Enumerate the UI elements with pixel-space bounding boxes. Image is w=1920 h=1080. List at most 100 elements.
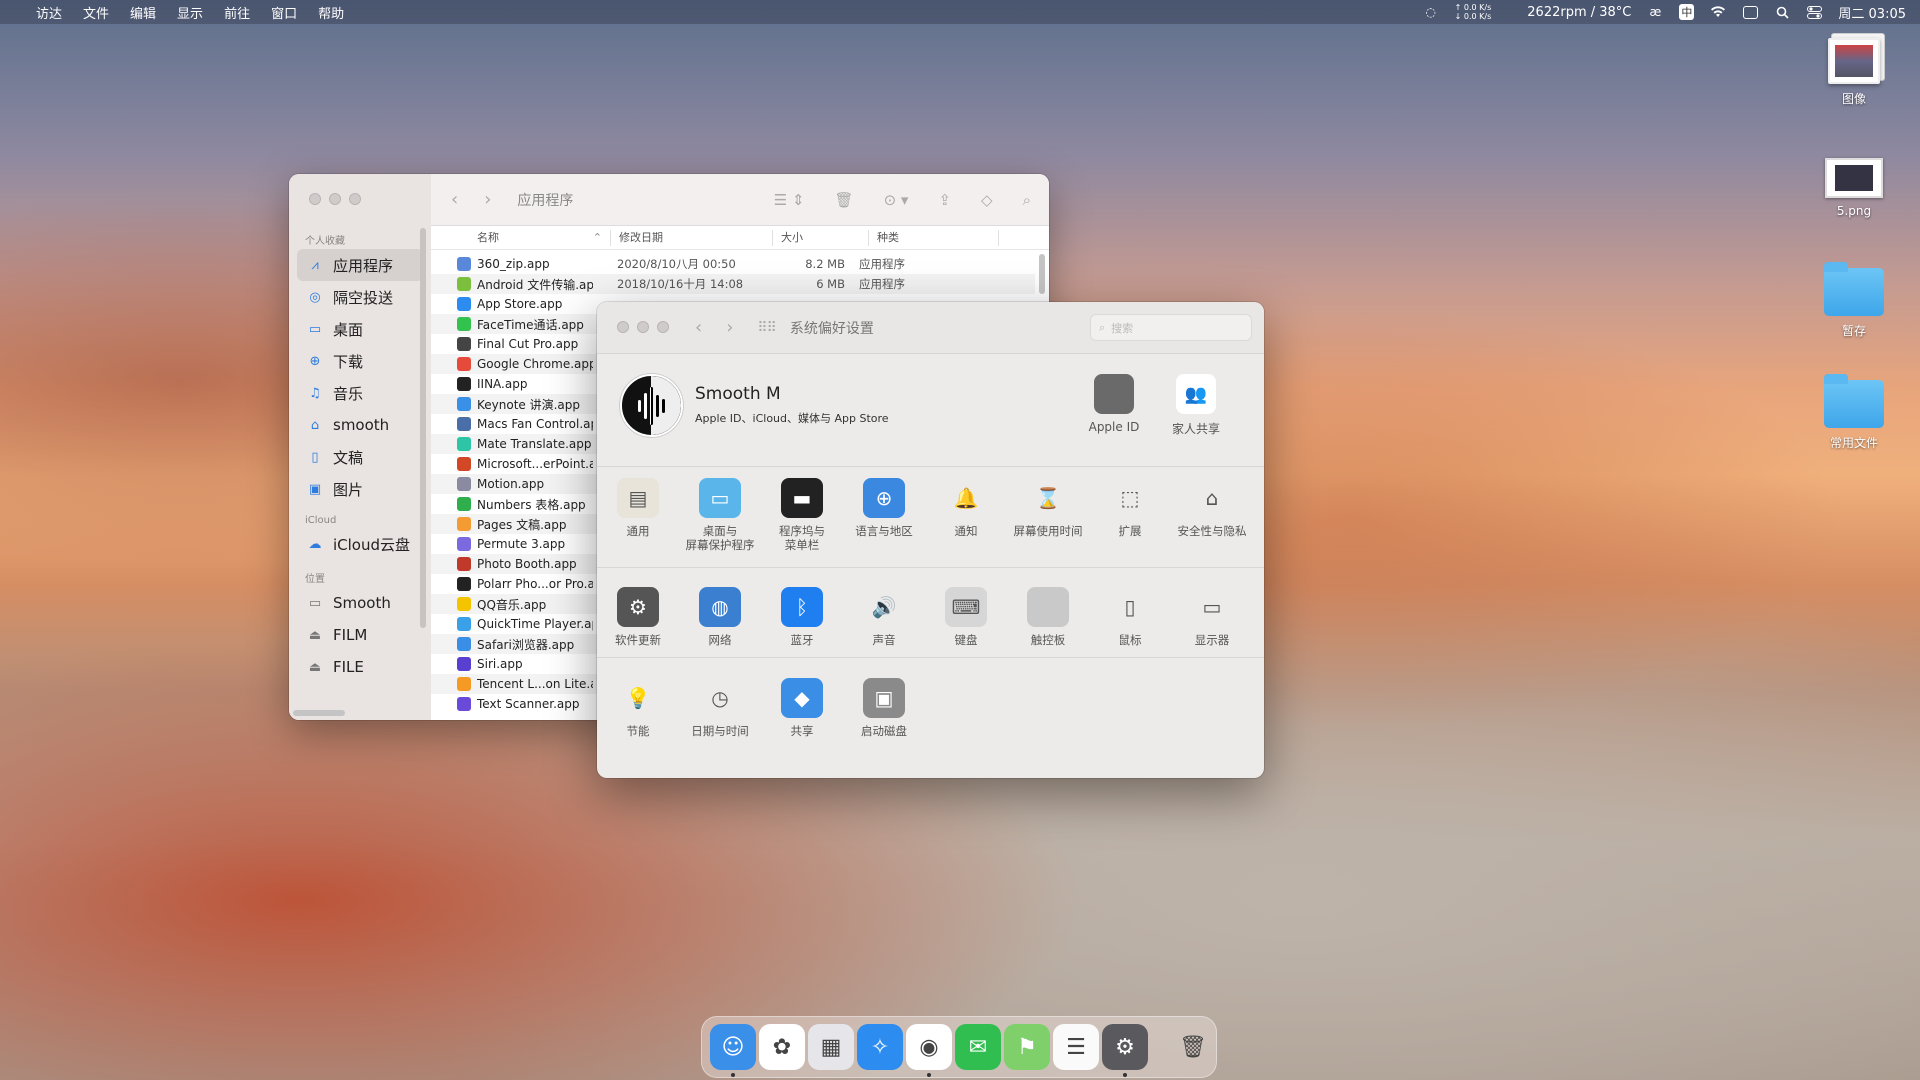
app-icon: [457, 337, 471, 351]
dock-safari-icon[interactable]: ✧: [857, 1024, 903, 1070]
minimize-window-button[interactable]: [637, 321, 649, 333]
pref-pane-mouse[interactable]: ▯ 鼠标: [1089, 587, 1171, 647]
pref-pane-sharing[interactable]: ◆ 共享: [761, 678, 843, 738]
dock-wechat-icon[interactable]: ✉: [955, 1024, 1001, 1070]
apple-id-pane[interactable]: Apple ID: [1074, 374, 1154, 434]
prefs-search-field[interactable]: ⌕ 搜索: [1090, 314, 1252, 341]
dock-chrome-icon[interactable]: ◉: [906, 1024, 952, 1077]
prefs-row-2: ⚙ 软件更新 ◍ 网络 ᛒ 蓝牙 🔊 声音 ⌨ 键盘 触控板 ▯ 鼠标 ▭ 显示器: [597, 587, 1264, 647]
dock-trash-icon[interactable]: 🗑: [1170, 1024, 1216, 1070]
pref-pane-energy-saver[interactable]: 💡 节能: [597, 678, 679, 738]
sidebar-item-document[interactable]: ▯ 文稿: [297, 441, 423, 473]
share-icon[interactable]: ⇪: [938, 191, 951, 209]
sidebar-item-pictures[interactable]: ▣ 图片: [297, 473, 423, 505]
search-icon[interactable]: ⌕: [1023, 191, 1031, 209]
dock-finder-icon[interactable]: ☺: [710, 1024, 756, 1077]
sidebar-item-disk[interactable]: ▭ Smooth: [297, 587, 423, 619]
file-list-scrollbar[interactable]: [1039, 254, 1045, 294]
dock-launchpad-icon[interactable]: ▦: [808, 1024, 854, 1070]
pref-pane-keyboard[interactable]: ⌨ 键盘: [925, 587, 1007, 647]
sidebar-item-desktop[interactable]: ▭ 桌面: [297, 313, 423, 345]
user-avatar[interactable]: [620, 374, 683, 437]
sidebar-item-disk[interactable]: ⏏ FILM: [297, 619, 423, 651]
pref-pane-language-region[interactable]: ⊕ 语言与地区: [843, 478, 925, 552]
sidebar-horizontal-scrollbar[interactable]: [293, 710, 345, 716]
dock-reminders-icon[interactable]: ☰: [1053, 1024, 1099, 1070]
zoom-window-button[interactable]: [349, 193, 361, 205]
sidebar-item-cloud[interactable]: ☁ iCloud云盘: [297, 528, 423, 560]
column-kind-header[interactable]: 种类: [869, 229, 999, 246]
pref-pane-display[interactable]: ▭ 显示器: [1171, 587, 1253, 647]
family-sharing-pane[interactable]: 👥 家人共享: [1156, 374, 1236, 437]
network-speed[interactable]: ↑ 0.0 K/s ↓ 0.0 K/s: [1455, 3, 1492, 21]
sidebar-item-home[interactable]: ⌂ smooth: [297, 409, 423, 441]
pref-pane-security-privacy[interactable]: ⌂ 安全性与隐私: [1171, 478, 1253, 552]
sidebar-item-music[interactable]: ♫ 音乐: [297, 377, 423, 409]
tag-icon[interactable]: ◇: [981, 191, 993, 209]
column-date-header[interactable]: 修改日期: [611, 229, 773, 246]
minimize-window-button[interactable]: [329, 193, 341, 205]
menu-window[interactable]: 窗口: [271, 3, 297, 22]
dock-system-preferences-icon[interactable]: ⚙: [1102, 1024, 1148, 1077]
pref-pane-dock-menubar[interactable]: ▬ 程序坞与 菜单栏: [761, 478, 843, 552]
apple-id-banner[interactable]: Smooth M Apple ID、iCloud、媒体与 App Store A…: [597, 354, 1264, 467]
desktop-item-images[interactable]: 图像: [1809, 38, 1899, 107]
spotlight-search-icon[interactable]: [1774, 5, 1790, 19]
view-options-icon[interactable]: ☰ ⇕: [774, 191, 805, 209]
pref-pane-general[interactable]: ▤ 通用: [597, 478, 679, 552]
desktop-item-common-folder[interactable]: 常用文件: [1809, 374, 1899, 451]
dock-maps-icon[interactable]: ⚑: [1004, 1024, 1050, 1070]
pref-pane-extensions[interactable]: ⬚ 扩展: [1089, 478, 1171, 552]
file-row[interactable]: 360_zip.app 2020/8/10八月 00:50 8.2 MB 应用程序: [431, 254, 1035, 274]
status-dot-icon[interactable]: ◌: [1423, 5, 1439, 19]
back-chevron-icon[interactable]: ‹: [695, 317, 702, 338]
desktop-item-5png[interactable]: 5.png: [1809, 158, 1899, 218]
column-size-header[interactable]: 大小: [773, 229, 869, 246]
pref-pane-bluetooth[interactable]: ᛒ 蓝牙: [761, 587, 843, 647]
menu-help[interactable]: 帮助: [318, 3, 344, 22]
fan-status[interactable]: 2622rpm / 38°C: [1527, 5, 1631, 20]
control-center-icon[interactable]: [1806, 5, 1822, 19]
close-window-button[interactable]: [309, 193, 321, 205]
desktop-item-temp-folder[interactable]: 暂存: [1809, 262, 1899, 339]
menubar-clock[interactable]: 周二 03:05: [1838, 3, 1906, 22]
sidebar-item-disk[interactable]: ⏏ FILE: [297, 651, 423, 683]
wifi-icon[interactable]: [1710, 5, 1726, 19]
pref-pane-startup-disk[interactable]: ▣ 启动磁盘: [843, 678, 925, 738]
pref-pane-sound[interactable]: 🔊 声音: [843, 587, 925, 647]
sidebar-item-airdrop[interactable]: ◎ 隔空投送: [297, 281, 423, 313]
more-actions-icon[interactable]: ⊙ ▾: [884, 191, 909, 209]
clipboard-app-icon[interactable]: [1742, 5, 1758, 19]
forward-chevron-icon[interactable]: ›: [726, 317, 733, 338]
menu-file[interactable]: 文件: [83, 3, 109, 22]
reminders-icon: ☰: [1066, 1034, 1086, 1060]
sidebar-item-download[interactable]: ⊕ 下载: [297, 345, 423, 377]
pref-pane-date-time[interactable]: ◷ 日期与时间: [679, 678, 761, 738]
pane-label: 安全性与隐私: [1177, 524, 1247, 538]
pref-pane-notifications[interactable]: 🔔 通知: [925, 478, 1007, 552]
running-indicator: [731, 1073, 735, 1077]
pref-pane-desktop-screensaver[interactable]: ▭ 桌面与 屏幕保护程序: [679, 478, 761, 552]
back-chevron-icon[interactable]: ‹: [451, 189, 458, 210]
pref-pane-network[interactable]: ◍ 网络: [679, 587, 761, 647]
column-name-header[interactable]: 名称 ⌃: [431, 229, 611, 246]
dock-photos-icon[interactable]: ✿: [759, 1024, 805, 1070]
pref-pane-trackpad[interactable]: 触控板: [1007, 587, 1089, 647]
menu-view[interactable]: 显示: [177, 3, 203, 22]
file-name: Keynote 讲演.app: [477, 397, 581, 412]
file-row[interactable]: Android 文件传输.app 2018/10/16十月 14:08 6 MB 应用…: [431, 274, 1035, 294]
menu-go[interactable]: 前往: [224, 3, 250, 22]
input-method-indicator[interactable]: 中: [1679, 4, 1695, 20]
menu-edit[interactable]: 编辑: [130, 3, 156, 22]
trash-action-icon[interactable]: 🗑: [835, 191, 854, 209]
close-window-button[interactable]: [617, 321, 629, 333]
sidebar-scrollbar[interactable]: [420, 228, 426, 628]
sidebar-item-apps[interactable]: ⩘ 应用程序: [297, 249, 423, 281]
show-all-grid-icon[interactable]: ⠿⠿: [757, 320, 776, 336]
ae-icon[interactable]: æ: [1647, 5, 1663, 19]
forward-chevron-icon[interactable]: ›: [484, 189, 491, 210]
menu-finder[interactable]: 访达: [36, 3, 62, 22]
pref-pane-software-update[interactable]: ⚙ 软件更新: [597, 587, 679, 647]
zoom-window-button[interactable]: [657, 321, 669, 333]
pref-pane-screen-time[interactable]: ⌛ 屏幕使用时间: [1007, 478, 1089, 552]
